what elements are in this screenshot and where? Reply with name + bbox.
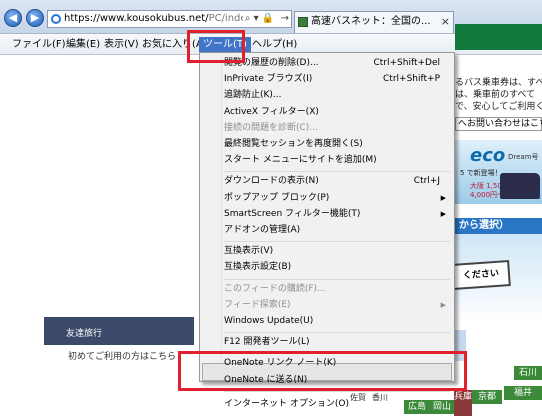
menu-item-label: 追跡防止(K)... bbox=[224, 90, 282, 101]
menu-separator bbox=[224, 241, 450, 243]
first-time-link[interactable]: 初めてご利用の方はこちら bbox=[68, 349, 176, 362]
menu-separator bbox=[224, 278, 450, 280]
menu-item-shortcut: Ctrl+J bbox=[413, 176, 440, 187]
menu-separator bbox=[224, 332, 450, 334]
menu-item-label: フィード探索(E) bbox=[224, 299, 291, 310]
menu-item-shortcut: Ctrl+Shift+Del bbox=[373, 58, 440, 68]
tools-menu-item[interactable]: 最終閲覧セッションを再度開く(S) bbox=[224, 137, 450, 152]
sign-board: ください bbox=[451, 260, 511, 290]
inquiry-link[interactable]: へお問い合わせはこち bbox=[455, 117, 542, 131]
tools-menu-item: このフィードの購読(F)... bbox=[224, 282, 450, 297]
menu-item-label: 互換表示(V) bbox=[224, 246, 274, 257]
menu-item-label: スタート メニューにサイトを追加(M) bbox=[224, 155, 377, 166]
tools-menu-item[interactable]: Windows Update(U) bbox=[224, 314, 450, 329]
tools-menu-item[interactable]: 互換表示設定(B) bbox=[224, 260, 450, 275]
menu-item-label: InPrivate ブラウズ(I) bbox=[224, 74, 313, 85]
bus-image bbox=[500, 173, 540, 199]
menu-item-label: SmartScreen フィルター機能(T) bbox=[224, 208, 361, 219]
highlight-tools-menu bbox=[187, 30, 245, 63]
eco-price: 4,000円～ bbox=[470, 191, 505, 199]
pref-ishikawa[interactable]: 石川 bbox=[514, 366, 542, 380]
tools-menu-item[interactable]: ポップアップ ブロック(P) ▶ bbox=[224, 191, 450, 206]
tools-menu-item[interactable]: 互換表示(V) bbox=[224, 244, 450, 259]
menu-item-label: このフィードの購読(F)... bbox=[224, 283, 326, 294]
tools-menu-item[interactable]: アドオンの管理(A) bbox=[224, 223, 450, 238]
menu-item-label: 互換表示設定(B) bbox=[224, 262, 292, 273]
ie-favicon-icon bbox=[51, 14, 61, 24]
tools-menu: 閲覧の履歴の削除(D)... Ctrl+Shift+Del InPrivate ブラ… bbox=[199, 52, 455, 409]
submenu-arrow-icon: ▶ bbox=[440, 193, 446, 202]
notice-line: るバス乗車券は、すべて bbox=[455, 78, 542, 88]
eco-subtitle: Dream号 bbox=[508, 153, 539, 161]
tools-menu-item: フィード探索(E) ▶ bbox=[224, 298, 450, 313]
menu-item-label: F12 開発者ツール(L) bbox=[224, 337, 310, 348]
browser-tab[interactable]: 高速バスネット：全国の... × bbox=[294, 11, 454, 33]
menu-item-shortcut: Ctrl+Shift+P bbox=[383, 74, 440, 85]
submenu-arrow-icon: ▶ bbox=[440, 209, 446, 218]
menu-item-label: 接続の問題を診断(C)... bbox=[224, 122, 318, 133]
tools-menu-item[interactable]: ダウンロードの表示(N) Ctrl+J bbox=[224, 174, 450, 189]
menu-edit[interactable]: 編集(E) bbox=[66, 37, 100, 53]
menu-file[interactable]: ファイル(F) bbox=[12, 37, 66, 53]
menu-icon-gutter bbox=[200, 53, 222, 381]
menu-item-label: ダウンロードの表示(N) bbox=[224, 176, 319, 187]
pref-kyoto[interactable]: 京都 bbox=[472, 390, 502, 404]
menu-separator bbox=[224, 171, 450, 173]
arrow-right-icon: ▶ bbox=[30, 11, 40, 24]
address-url: https://www.kousokubus.net/ bbox=[64, 13, 209, 24]
notice-line: で、安心してご利用く bbox=[455, 102, 542, 112]
tab-title: 高速バスネット：全国の... bbox=[311, 16, 431, 27]
notice-line: は、乗車前のすべて bbox=[455, 90, 536, 100]
eco-note: 5 で新登場！ bbox=[460, 169, 502, 177]
menu-item-label: 最終閲覧セッションを再度開く(S) bbox=[224, 139, 363, 149]
eco-logo: eco bbox=[470, 145, 506, 166]
area-select-bar: から選択） bbox=[455, 218, 542, 234]
arrow-left-icon: ◀ bbox=[8, 11, 18, 24]
menu-item-label: Windows Update(U) bbox=[224, 316, 314, 326]
tools-menu-item[interactable]: ActiveX フィルター(X) bbox=[224, 105, 450, 120]
area-map bbox=[455, 234, 542, 361]
tools-menu-item[interactable]: SmartScreen フィルター機能(T) ▶ bbox=[224, 207, 450, 222]
highlight-internet-options bbox=[178, 351, 467, 391]
tools-menu-item[interactable]: 追跡防止(K)... bbox=[224, 88, 450, 103]
address-bar-icons[interactable]: ⌕ ▾ 🔒 → bbox=[242, 11, 289, 27]
left-banner-label: 友達旅行 bbox=[66, 329, 103, 339]
menu-item-label: ポップアップ ブロック(P) bbox=[224, 192, 330, 203]
tools-menu-item[interactable]: 閲覧の履歴の削除(D)... Ctrl+Shift+Del bbox=[224, 56, 450, 71]
menu-item-label: ActiveX フィルター(X) bbox=[224, 106, 319, 117]
site-favicon-icon bbox=[298, 17, 308, 27]
tools-menu-item[interactable]: スタート メニューにサイトを追加(M) bbox=[224, 153, 450, 168]
tools-menu-item[interactable]: F12 開発者ツール(L) bbox=[224, 335, 450, 350]
menu-view[interactable]: 表示(V) bbox=[104, 37, 139, 53]
notice-text: るバス乗車券は、すべて は、乗車前のすべて で、安心してご利用く bbox=[455, 77, 542, 113]
menu-item-label: アドオンの管理(A) bbox=[224, 225, 301, 235]
tools-menu-item[interactable]: InPrivate ブラウズ(I) Ctrl+Shift+P bbox=[224, 72, 450, 87]
submenu-arrow-icon: ▶ bbox=[440, 300, 446, 309]
forward-button[interactable]: ▶ bbox=[26, 9, 44, 27]
site-header-band bbox=[455, 24, 542, 50]
pref-hyogo[interactable]: 兵庫 bbox=[454, 390, 472, 416]
pref-fukui[interactable]: 福井 bbox=[504, 386, 542, 400]
tools-menu-item: 接続の問題を診断(C)... bbox=[224, 121, 450, 136]
back-button[interactable]: ◀ bbox=[4, 9, 22, 27]
tools-menu-item[interactable]: インターネット オプション(O) bbox=[224, 397, 450, 412]
menu-help[interactable]: ヘルプ(H) bbox=[252, 37, 297, 53]
tab-close-icon[interactable]: × bbox=[441, 12, 450, 32]
menu-item-label: インターネット オプション(O) bbox=[224, 398, 349, 409]
address-bar[interactable]: https://www.kousokubus.net/PC/index.a ⌕ … bbox=[47, 10, 292, 28]
